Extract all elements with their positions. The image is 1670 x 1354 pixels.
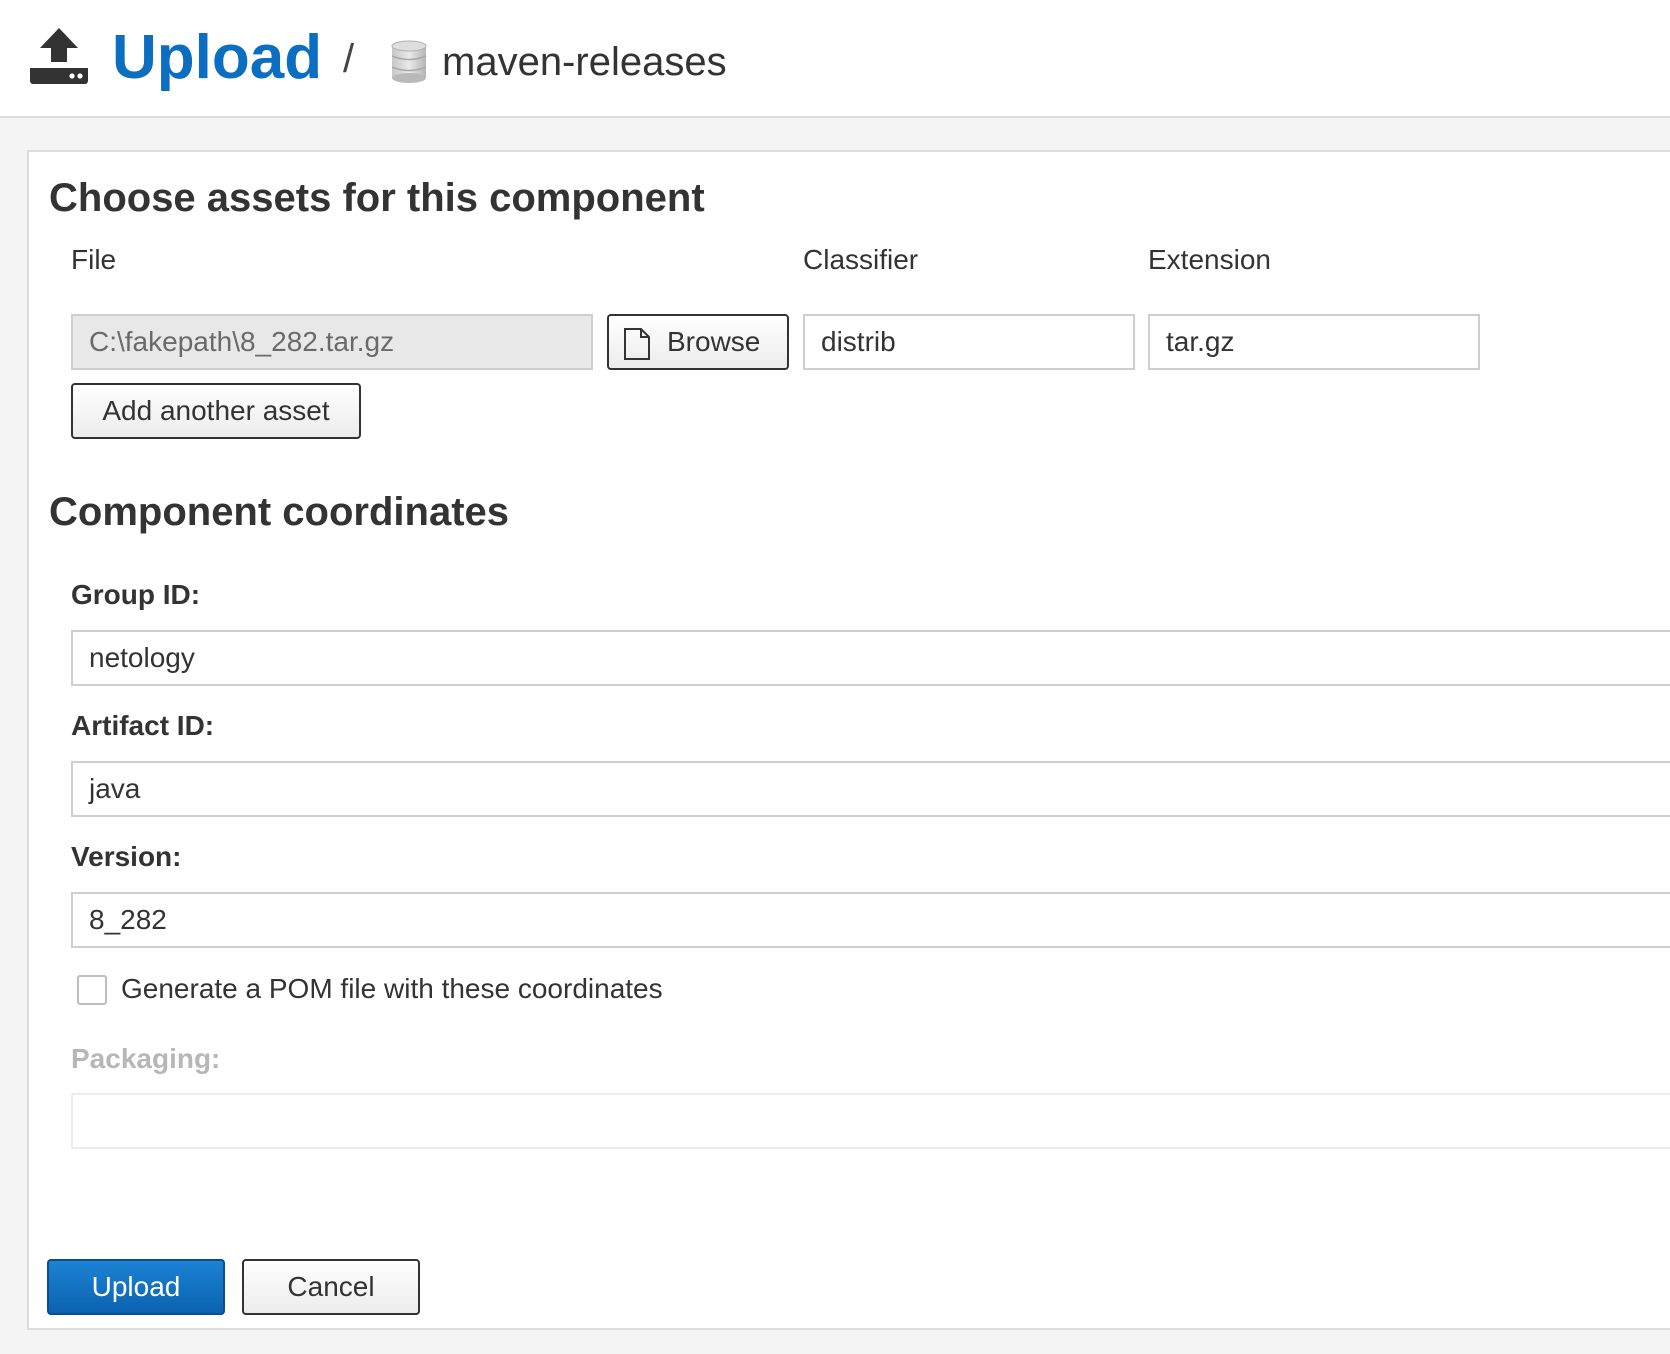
version-input[interactable]: 8_282: [71, 892, 1670, 948]
version-label: Version:: [71, 841, 182, 872]
breadcrumb-separator: /: [343, 37, 355, 81]
coordinates-section-title: Component coordinates: [49, 490, 510, 534]
group-id-input[interactable]: netology: [71, 630, 1670, 686]
browse-button[interactable]: Browse: [607, 314, 789, 370]
cancel-button[interactable]: Cancel: [242, 1259, 420, 1315]
page-title: Upload: [112, 23, 323, 92]
add-another-asset-button[interactable]: Add another asset: [71, 383, 361, 439]
artifact-id-input[interactable]: java: [71, 761, 1670, 817]
upload-button[interactable]: Upload: [47, 1259, 225, 1315]
packaging-label: Packaging:: [71, 1043, 221, 1074]
packaging-input[interactable]: [71, 1093, 1670, 1149]
generate-pom-label[interactable]: Generate a POM file with these coordinat…: [121, 971, 663, 1007]
group-id-label: Group ID:: [71, 579, 201, 610]
breadcrumb-repository[interactable]: maven-releases: [442, 36, 727, 88]
classifier-column-label: Classifier: [803, 244, 919, 275]
database-icon: [391, 40, 427, 83]
assets-section-title: Choose assets for this component: [49, 176, 705, 220]
browse-button-label: Browse: [667, 326, 761, 357]
extension-column-label: Extension: [1148, 244, 1271, 275]
document-icon: [624, 328, 650, 360]
extension-input[interactable]: tar.gz: [1148, 314, 1480, 370]
artifact-id-label: Artifact ID:: [71, 710, 215, 741]
file-path-input[interactable]: C:\fakepath\8_282.tar.gz: [71, 314, 593, 370]
upload-form-panel: Choose assets for this component File Cl…: [27, 150, 1670, 1330]
generate-pom-checkbox[interactable]: [77, 975, 107, 1005]
upload-icon: [30, 28, 88, 84]
page-header: Upload / maven-releases: [0, 0, 1670, 118]
classifier-input[interactable]: distrib: [803, 314, 1135, 370]
file-column-label: File: [71, 244, 117, 275]
